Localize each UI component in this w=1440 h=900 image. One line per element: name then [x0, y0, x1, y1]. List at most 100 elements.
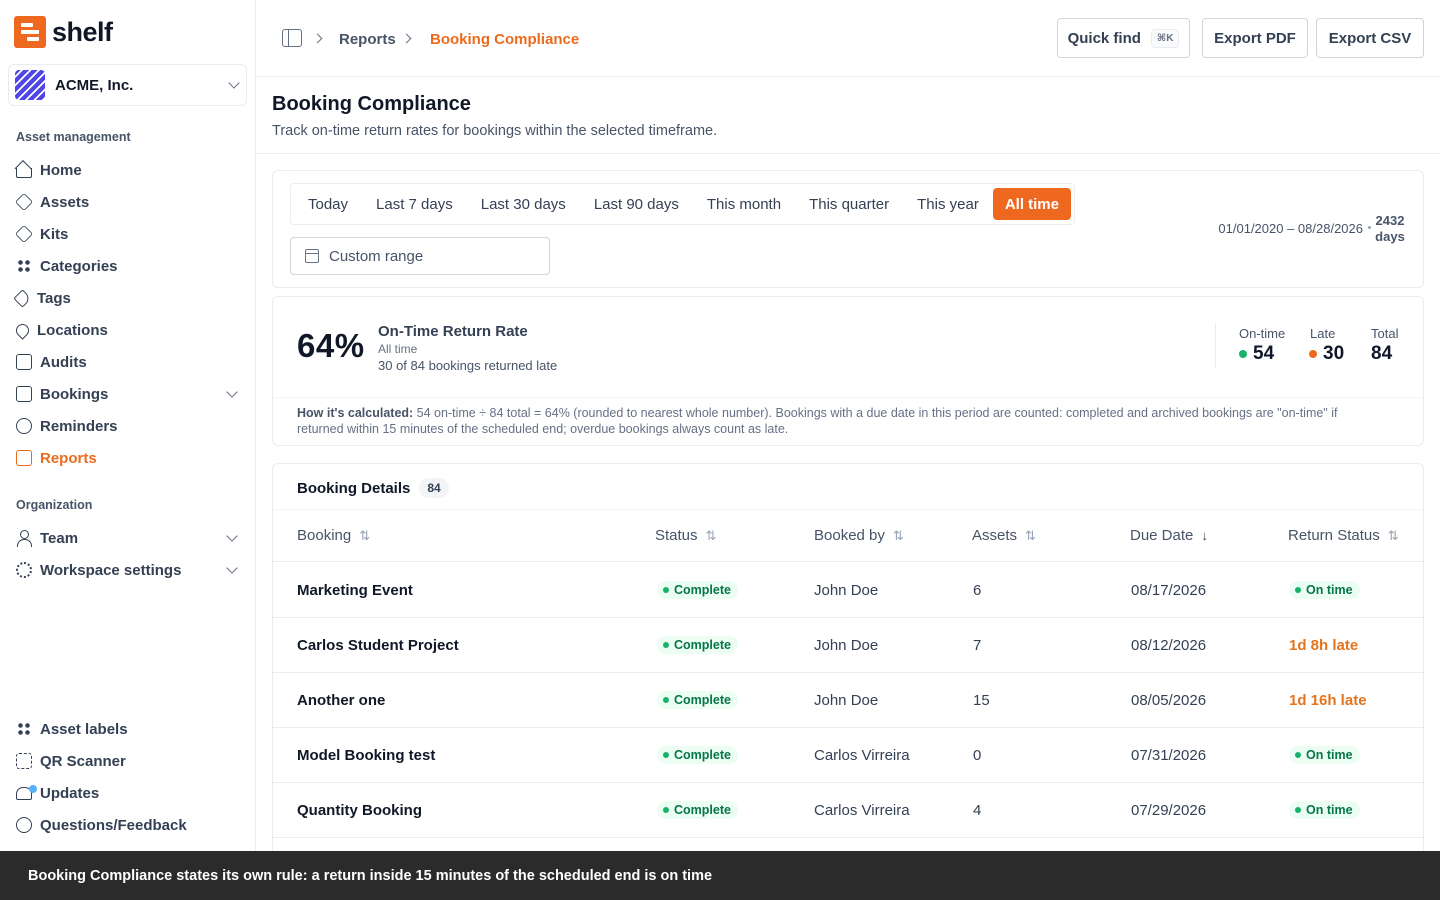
export-pdf-button[interactable]: Export PDF: [1202, 18, 1308, 58]
sidebar-item-questions-feedback[interactable]: Questions/Feedback: [16, 809, 242, 841]
sidebar-item-kits[interactable]: Kits: [14, 218, 242, 250]
booking-name[interactable]: Model Booking test: [297, 747, 435, 764]
sidebar-toggle-icon[interactable]: [282, 29, 302, 47]
timeframe-last-30-days[interactable]: Last 30 days: [467, 188, 580, 220]
sidebar-item-label: Reminders: [40, 417, 118, 435]
breadcrumb-reports[interactable]: Reports: [339, 31, 396, 48]
shelf-logo[interactable]: shelf: [14, 16, 113, 48]
calculation-label: How it's calculated:: [297, 406, 414, 420]
assets-icon: [14, 192, 34, 212]
sidebar-item-qr-scanner[interactable]: QR Scanner: [16, 745, 242, 777]
status-text: Complete: [674, 748, 731, 762]
workspace-name: ACME, Inc.: [55, 76, 134, 94]
table-row[interactable]: Carlos Student Project Complete John Doe 7 0…: [273, 618, 1423, 673]
sidebar-item-label: Asset labels: [40, 720, 128, 738]
timeframe-this-year[interactable]: This year: [903, 188, 993, 220]
tag-icon: [13, 288, 32, 308]
sidebar-item-label: Categories: [40, 257, 118, 275]
status-text: Complete: [674, 693, 731, 707]
column-assets[interactable]: Assets ⇅: [972, 527, 1036, 544]
column-due-date[interactable]: Due Date ↓: [1130, 527, 1208, 544]
booking-name[interactable]: Quantity Booking: [297, 802, 422, 819]
range-days-value: 2432: [1375, 213, 1405, 228]
timeframe-last-7-days[interactable]: Last 7 days: [362, 188, 467, 220]
sidebar-item-team[interactable]: Team: [16, 522, 242, 554]
sidebar-item-bookings[interactable]: Bookings: [16, 378, 242, 410]
booking-name[interactable]: Marketing Event: [297, 582, 413, 599]
booked-by: John Doe: [814, 692, 879, 709]
column-label: Due Date: [1130, 527, 1194, 544]
table-row[interactable]: Marketing Event Complete John Doe 6 08/17/20…: [273, 563, 1423, 618]
chevron-down-icon[interactable]: [226, 562, 238, 574]
timeframe-all-time[interactable]: All time: [992, 188, 1071, 220]
sidebar-item-workspace-settings[interactable]: Workspace settings: [16, 554, 242, 586]
return-status-text: On time: [1306, 583, 1353, 597]
sidebar-item-home[interactable]: Home: [16, 154, 242, 186]
sidebar-item-tags[interactable]: Tags: [13, 282, 242, 314]
categories-icon: [16, 258, 32, 274]
quick-find-button[interactable]: Quick find ⌘K: [1057, 18, 1190, 58]
sidebar-item-label: Team: [40, 529, 79, 547]
status-text: Complete: [674, 638, 731, 652]
column-return-status[interactable]: Return Status ⇅: [1288, 527, 1399, 544]
column-label: Booking: [297, 527, 352, 544]
page-title: Booking Compliance: [272, 93, 471, 115]
workspace-switcher[interactable]: ACME, Inc.: [8, 64, 247, 106]
table-row[interactable]: Quantity Booking Complete Carlos Virreira 4…: [273, 783, 1423, 838]
sidebar-item-categories[interactable]: Categories: [16, 250, 242, 282]
return-status-badge: On time: [1289, 801, 1360, 819]
sidebar-item-locations[interactable]: Locations: [13, 314, 242, 346]
kpi-title: On-Time Return Rate: [378, 323, 528, 340]
status-badge: Complete: [657, 581, 738, 599]
column-booked-by[interactable]: Booked by ⇅: [814, 527, 904, 544]
status-badge: Complete: [657, 801, 738, 819]
sidebar-item-label: Questions/Feedback: [40, 816, 187, 834]
late-label: Late: [1310, 326, 1336, 341]
due-date: 08/12/2026: [1131, 637, 1207, 654]
column-booking[interactable]: Booking ⇅: [297, 527, 370, 544]
sort-icon: ⇅: [359, 527, 371, 543]
sidebar-item-updates[interactable]: Updates: [16, 777, 242, 809]
total-value: 84: [1371, 343, 1393, 364]
timeframe-last-90-days[interactable]: Last 90 days: [580, 188, 693, 220]
sidebar-item-assets[interactable]: Assets: [14, 186, 242, 218]
separator-dot: [1368, 226, 1371, 229]
return-status-badge: On time: [1289, 581, 1360, 599]
chevron-down-icon[interactable]: [226, 530, 238, 542]
range-days-count: 2432 days: [1375, 213, 1405, 245]
alarm-icon: [16, 418, 32, 434]
timeframe-this-quarter[interactable]: This quarter: [795, 188, 903, 220]
assets-count: 6: [973, 582, 982, 599]
status-badge: Complete: [657, 691, 738, 709]
booked-by: John Doe: [814, 582, 879, 599]
sidebar-item-audits[interactable]: Audits: [16, 346, 242, 378]
shelf-logo-icon: [14, 16, 46, 48]
ontime-dot: [1239, 350, 1247, 358]
page-subtitle: Track on-time return rates for bookings …: [272, 123, 718, 139]
table-row[interactable]: Another one Complete John Doe 15 08/05/2026 1…: [273, 673, 1423, 728]
topbar: Reports Booking Compliance Quick find ⌘K…: [256, 0, 1440, 77]
sort-icon: ⇅: [892, 527, 904, 543]
status-dot: [663, 697, 669, 703]
booking-name[interactable]: Carlos Student Project: [297, 637, 459, 654]
report-icon: [16, 450, 32, 466]
clipboard-icon: [16, 354, 32, 370]
person-icon: [16, 530, 32, 547]
sidebar-item-reminders[interactable]: Reminders: [16, 410, 242, 442]
calculation-text: 54 on-time ÷ 84 total = 64% (rounded to …: [297, 406, 1338, 436]
breadcrumb-current: Booking Compliance: [430, 31, 580, 48]
booking-name[interactable]: Another one: [297, 692, 385, 709]
timeframe-today[interactable]: Today: [294, 188, 362, 220]
table-row[interactable]: Model Booking test Complete Carlos Virreir…: [273, 728, 1423, 783]
timeframe-this-month[interactable]: This month: [693, 188, 795, 220]
late-value: 30: [1323, 343, 1345, 364]
chevron-down-icon[interactable]: [226, 386, 238, 398]
export-csv-button[interactable]: Export CSV: [1316, 18, 1424, 58]
sidebar-item-asset-labels[interactable]: Asset labels: [16, 713, 242, 745]
assets-count: 7: [973, 637, 982, 654]
custom-range-picker[interactable]: Custom range: [290, 237, 550, 275]
sort-desc-icon: ↓: [1201, 528, 1208, 543]
sidebar-item-reports[interactable]: Reports: [16, 442, 242, 474]
column-status[interactable]: Status ⇅: [655, 527, 716, 544]
sidebar-item-label: Locations: [37, 321, 108, 339]
